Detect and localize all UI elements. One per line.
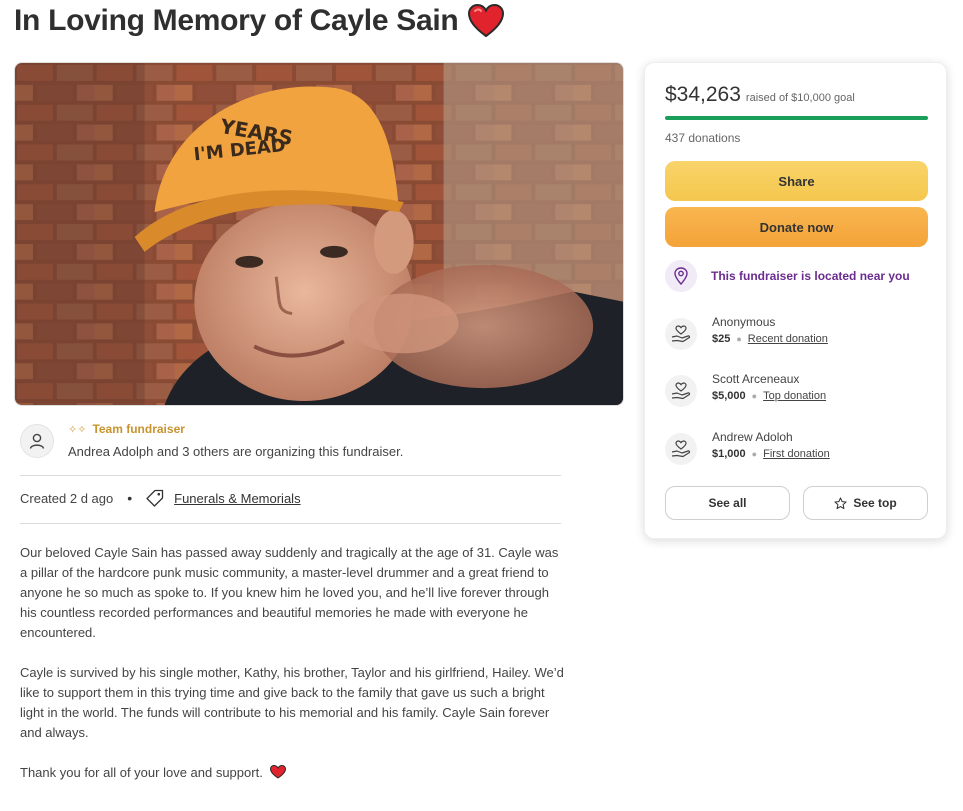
campaign-photo-image: YEARS I'M DEAD	[15, 63, 623, 405]
donor-name: Scott Arceneaux	[712, 372, 800, 386]
donor-separator: ●	[751, 449, 758, 459]
star-icon	[834, 496, 847, 509]
donor-item: Anonymous $25 ● Recent donation	[665, 315, 928, 355]
see-all-button[interactable]: See all	[665, 486, 790, 520]
red-heart-icon	[468, 4, 505, 38]
category-link[interactable]: Funerals & Memorials	[174, 491, 300, 506]
story-paragraph-3: Thank you for all of your love and suppo…	[20, 763, 565, 783]
heart-hand-icon	[665, 433, 697, 465]
donor-kind-link[interactable]: Recent donation	[748, 333, 828, 345]
donation-card: $34,263 raised of $10,000 goal 437 donat…	[644, 62, 947, 539]
donor-name: Anonymous	[712, 315, 776, 329]
donor-details: $5,000 ● Top donation	[712, 390, 826, 402]
donor-separator: ●	[751, 391, 758, 401]
team-fundraiser-label: ✧✧ Team fundraiser	[68, 422, 185, 436]
donor-kind-link[interactable]: Top donation	[763, 390, 826, 402]
see-all-label: See all	[708, 496, 747, 510]
donor-amount: $25	[712, 333, 731, 345]
team-icon: ✧✧	[68, 423, 87, 436]
donor-details: $1,000 ● First donation	[712, 448, 830, 460]
organizer-text: Andrea Adolph and 3 others are organizin…	[68, 444, 404, 459]
goal-text: raised of $10,000 goal	[745, 92, 855, 104]
team-fundraiser-text: Team fundraiser	[92, 422, 185, 436]
donations-count: 437 donations	[665, 131, 741, 145]
story-text: Our beloved Cayle Sain has passed away s…	[20, 543, 565, 803]
nearby-text: This fundraiser is located near you	[711, 269, 910, 283]
organizer-section: ✧✧ Team fundraiser Andrea Adolph and 3 o…	[20, 420, 560, 470]
story-paragraph-2: Cayle is survived by his single mother, …	[20, 665, 564, 740]
progress-bar	[665, 116, 928, 120]
heart-hand-icon	[665, 318, 697, 350]
story-paragraph-3-text: Thank you for all of your love and suppo…	[20, 765, 263, 780]
donor-item: Scott Arceneaux $5,000 ● Top donation	[665, 372, 928, 412]
story-paragraph-1: Our beloved Cayle Sain has passed away s…	[20, 545, 559, 640]
campaign-photo[interactable]: YEARS I'M DEAD	[14, 62, 624, 406]
red-heart-icon	[270, 765, 287, 779]
donate-now-button[interactable]: Donate now	[665, 207, 928, 247]
see-top-button[interactable]: See top	[803, 486, 928, 520]
created-date: Created 2 d ago	[20, 490, 114, 506]
divider	[20, 475, 561, 476]
donor-item: Andrew Adoloh $1,000 ● First donation	[665, 430, 928, 470]
donor-separator: ●	[736, 334, 742, 344]
nearby-notice: This fundraiser is located near you	[665, 259, 910, 293]
page-title: In Loving Memory of Cayle Sain	[14, 4, 505, 38]
donor-kind-link[interactable]: First donation	[763, 448, 830, 460]
raised-amount: $34,263	[665, 83, 741, 106]
campaign-meta: Created 2 d ago • Funerals & Memorials	[20, 489, 301, 507]
donor-name: Andrew Adoloh	[712, 430, 793, 444]
see-top-label: See top	[853, 496, 897, 510]
raised-summary: $34,263 raised of $10,000 goal	[665, 83, 855, 107]
divider	[20, 523, 561, 524]
user-icon	[20, 424, 54, 458]
progress-fill	[665, 116, 928, 120]
heart-hand-icon	[665, 375, 697, 407]
location-pin-icon	[665, 260, 697, 292]
donor-details: $25 ● Recent donation	[712, 333, 828, 345]
share-button[interactable]: Share	[665, 161, 928, 201]
meta-separator: •	[127, 490, 133, 506]
donor-amount: $1,000	[712, 448, 746, 460]
donor-amount: $5,000	[712, 390, 746, 402]
tag-icon	[146, 489, 164, 507]
page-title-text: In Loving Memory of Cayle Sain	[14, 4, 459, 37]
